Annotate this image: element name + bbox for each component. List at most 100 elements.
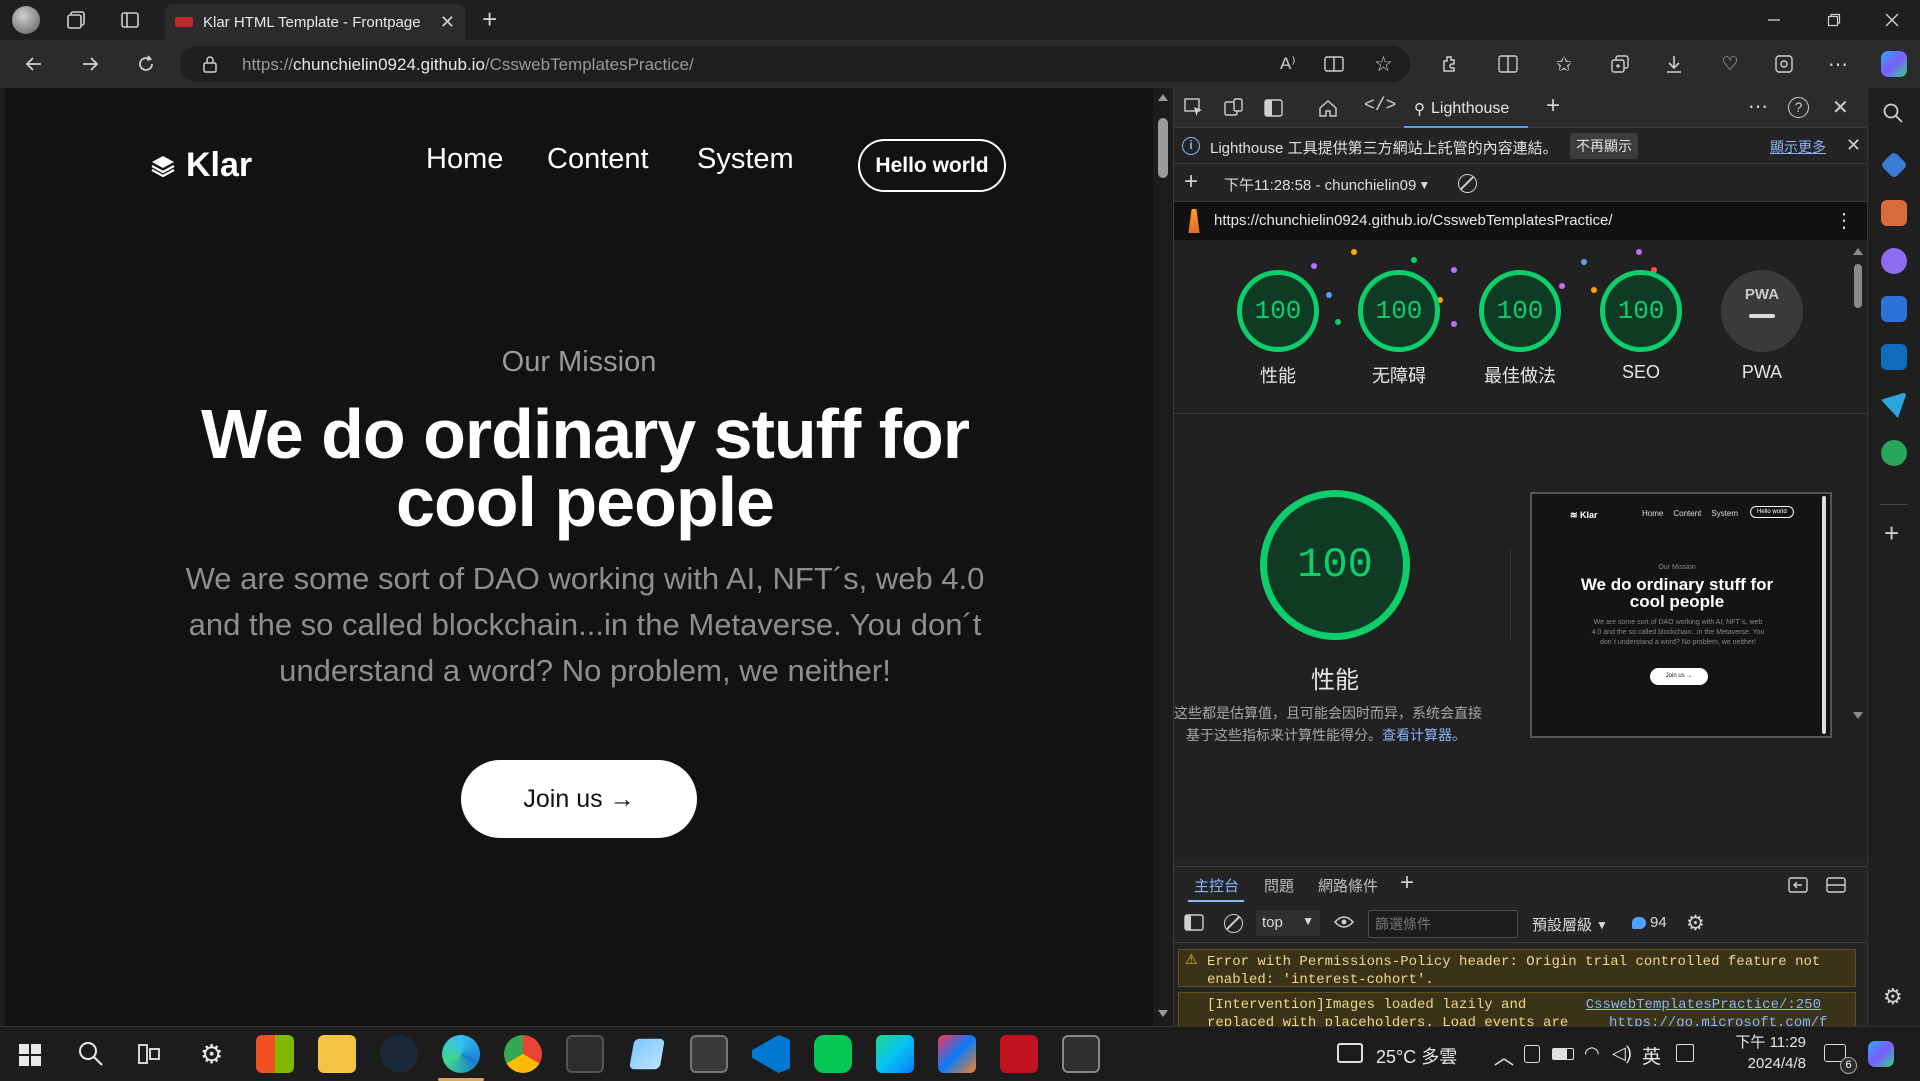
ime-mode-icon[interactable]	[1676, 1044, 1694, 1062]
battery-icon[interactable]	[1552, 1048, 1574, 1060]
chrome-icon[interactable]	[504, 1035, 542, 1073]
page-scrollbar-thumb[interactable]	[1158, 118, 1168, 178]
hello-world-button[interactable]: Hello world	[858, 139, 1006, 192]
new-tab-icon[interactable]: +	[482, 6, 497, 32]
message-source-link[interactable]: CsswebTemplatesPractice/:250	[1586, 996, 1821, 1014]
devtools-close-icon[interactable]: ✕	[1832, 95, 1849, 120]
clock[interactable]: 下午 11:29 2024/4/8	[1716, 1032, 1806, 1074]
sidebar-tools-icon[interactable]	[1881, 200, 1907, 226]
task-view-icon[interactable]	[138, 1043, 160, 1065]
nav-content-link[interactable]: Content	[547, 143, 649, 176]
device-emulation-icon[interactable]	[1224, 98, 1244, 118]
big-performance-gauge[interactable]: 100	[1260, 490, 1410, 640]
report-scroll-up-icon[interactable]	[1853, 248, 1863, 255]
report-url-link[interactable]: https://chunchielin0924.github.io/Cssweb…	[1214, 212, 1613, 229]
sidebar-send-icon[interactable]	[1881, 392, 1907, 418]
terminal-icon[interactable]	[566, 1035, 604, 1073]
edge-browser-icon[interactable]	[438, 1035, 484, 1081]
report-selector[interactable]: 下午11:28:58 - chunchielin09 ▼	[1224, 174, 1430, 195]
weather-icon[interactable]	[1337, 1043, 1363, 1063]
stock-app-icon[interactable]	[1062, 1035, 1100, 1073]
sidebar-settings-icon[interactable]: ⚙	[1883, 984, 1903, 1010]
restore-icon[interactable]	[1806, 0, 1862, 40]
clear-console-icon[interactable]	[1224, 914, 1243, 933]
sidebar-games-icon[interactable]	[1881, 248, 1907, 274]
volume-icon[interactable]: ◁)	[1612, 1043, 1632, 1064]
page-screenshot-thumbnail[interactable]: ≋ Klar Home Content System Hello world O…	[1530, 492, 1832, 738]
browser-tab-active[interactable]: Klar HTML Template - Frontpage ✕	[165, 4, 465, 40]
score-performance[interactable]: 100 性能	[1228, 270, 1328, 388]
console-settings-gear-icon[interactable]: ⚙	[1686, 911, 1705, 936]
join-us-button[interactable]: Join us →	[461, 760, 697, 838]
taskbar-search-icon[interactable]	[77, 1040, 103, 1066]
report-scroll-down-icon[interactable]	[1853, 712, 1863, 719]
file-explorer-icon[interactable]	[318, 1035, 356, 1073]
calculator-link[interactable]: 查看计算器。	[1382, 727, 1466, 743]
scroll-up-arrow-icon[interactable]	[1158, 94, 1168, 101]
tab-lighthouse[interactable]: ⚲ Lighthouse	[1404, 92, 1528, 128]
close-window-icon[interactable]	[1864, 0, 1920, 40]
webstorm-icon[interactable]	[876, 1035, 914, 1073]
profile-avatar[interactable]	[12, 6, 40, 34]
add-drawer-tab-icon[interactable]: +	[1400, 869, 1414, 897]
live-expression-eye-icon[interactable]	[1334, 915, 1354, 929]
sidebar-copilot-icon[interactable]	[1881, 296, 1907, 322]
report-menu-icon[interactable]: ⋮	[1834, 208, 1854, 233]
elements-code-icon[interactable]: </>	[1364, 96, 1396, 116]
forward-icon[interactable]	[72, 46, 108, 82]
workspaces-icon[interactable]	[66, 10, 86, 30]
url-text[interactable]: https://chunchielin0924.github.io/Cssweb…	[242, 55, 694, 75]
more-menu-icon[interactable]: ⋯	[1820, 46, 1856, 82]
downloads-icon[interactable]	[1656, 46, 1692, 82]
issues-counter[interactable]: 94	[1632, 914, 1667, 931]
site-logo[interactable]: Klar	[150, 146, 252, 185]
nav-home-link[interactable]: Home	[426, 143, 503, 176]
tray-device-icon[interactable]	[1524, 1045, 1540, 1063]
weather-text[interactable]: 25°C 多雲	[1376, 1043, 1457, 1069]
tab-issues[interactable]: 問題	[1264, 875, 1294, 896]
tab-close-icon[interactable]: ✕	[440, 12, 455, 33]
sidebar-drop-icon[interactable]	[1881, 440, 1907, 466]
sidebar-search-icon[interactable]	[1882, 102, 1904, 124]
tab-actions-icon[interactable]	[120, 10, 140, 30]
new-report-icon[interactable]: +	[1184, 168, 1198, 196]
console-sidebar-icon[interactable]	[1184, 914, 1204, 931]
clear-reports-icon[interactable]	[1458, 174, 1477, 193]
copilot-icon[interactable]	[1876, 46, 1912, 82]
log-levels-dropdown[interactable]: 預設層級 ▼	[1532, 914, 1608, 935]
info-close-icon[interactable]: ✕	[1846, 135, 1861, 156]
minimize-icon[interactable]	[1746, 0, 1802, 40]
wifi-icon[interactable]: ◠	[1584, 1043, 1600, 1064]
read-aloud-icon[interactable]: A⁾	[1280, 54, 1296, 74]
browser-essentials-icon[interactable]: ♡	[1712, 46, 1748, 82]
refresh-icon[interactable]	[128, 46, 164, 82]
screenshot-icon[interactable]	[1766, 46, 1802, 82]
console-warning-1[interactable]: ⚠ Error with Permissions-Policy header: …	[1178, 949, 1856, 988]
ime-indicator[interactable]: 英	[1642, 1042, 1661, 1069]
calculator-icon[interactable]	[690, 1035, 728, 1073]
start-windows-icon[interactable]	[19, 1044, 41, 1066]
sidebar-outlook-icon[interactable]	[1881, 344, 1907, 370]
report-scrollbar[interactable]	[1850, 240, 1866, 720]
pdf-reader-icon[interactable]	[1000, 1035, 1038, 1073]
favorite-star-icon[interactable]: ☆	[1374, 52, 1393, 77]
report-scrollbar-thumb[interactable]	[1854, 264, 1862, 308]
favorites-icon[interactable]: ✩	[1546, 46, 1582, 82]
add-panel-icon[interactable]: +	[1546, 92, 1560, 120]
nav-system-link[interactable]: System	[697, 143, 794, 176]
notes-app-icon[interactable]	[629, 1038, 665, 1070]
intellij-icon[interactable]	[938, 1035, 976, 1073]
lock-icon[interactable]	[202, 55, 218, 73]
tray-overflow-chevron-icon[interactable]: ︿	[1494, 1041, 1514, 1070]
copilot-taskbar-icon[interactable]	[1868, 1041, 1894, 1067]
score-seo[interactable]: 100 SEO	[1591, 270, 1691, 383]
score-pwa[interactable]: PWA PWA	[1712, 270, 1812, 383]
devtools-more-icon[interactable]: ⋯	[1748, 94, 1768, 119]
inspect-element-icon[interactable]	[1184, 98, 1204, 118]
tab-console[interactable]: 主控台	[1194, 875, 1239, 896]
score-accessibility[interactable]: 100 无障碍	[1349, 270, 1449, 388]
sidebar-shopping-icon[interactable]	[1880, 151, 1908, 179]
context-selector[interactable]: top ▼	[1256, 910, 1320, 936]
score-best-practices[interactable]: 100 最佳做法	[1470, 270, 1570, 388]
sidebar-add-icon[interactable]: +	[1884, 518, 1899, 549]
